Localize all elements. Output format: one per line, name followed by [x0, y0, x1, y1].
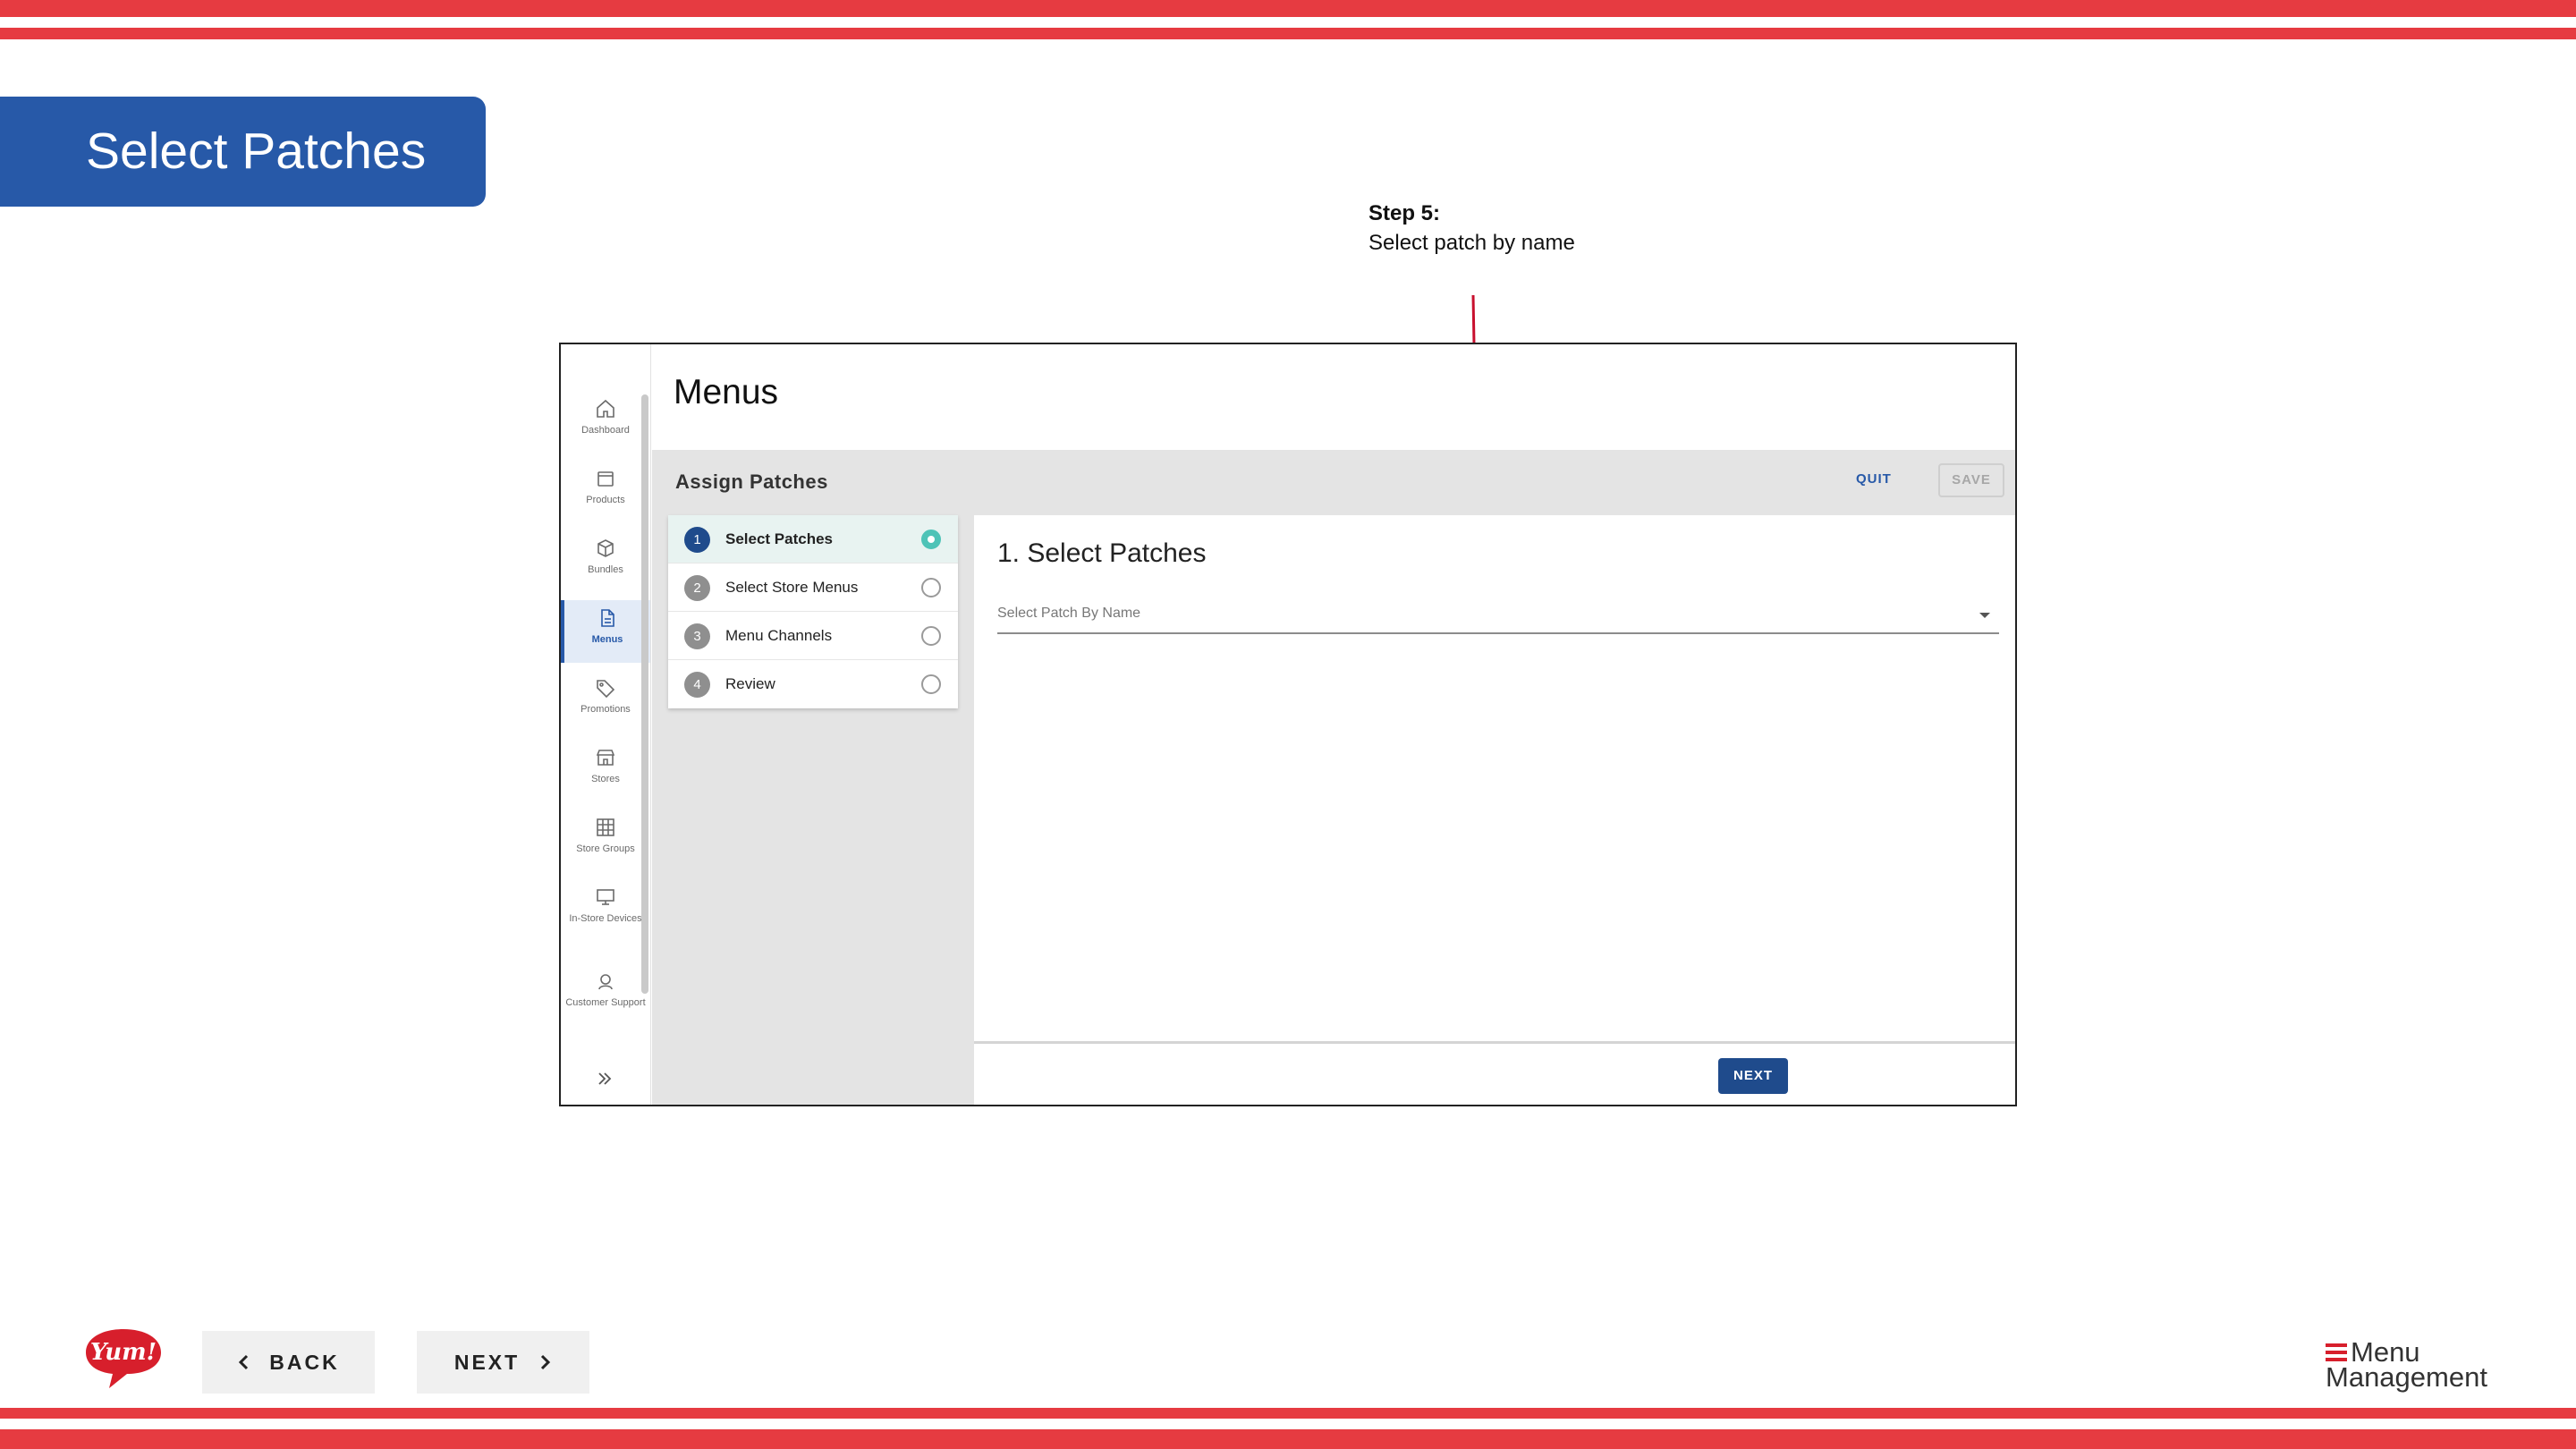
quit-button[interactable]: QUIT	[1856, 471, 1892, 487]
sidebar-item-label: Customer Support	[565, 997, 646, 1008]
select-placeholder: Select Patch By Name	[997, 606, 1141, 621]
menu-bars-icon	[2326, 1343, 2347, 1361]
step-label: Review	[725, 675, 775, 692]
sidebar-item-store-groups[interactable]: Store Groups	[561, 817, 650, 856]
grid-icon	[597, 818, 614, 836]
sidebar-scrollbar[interactable]	[641, 394, 648, 994]
step-number: 4	[684, 672, 710, 698]
chevron-right-icon	[541, 1354, 551, 1370]
page-title: Menus	[674, 373, 779, 411]
sidebar-item-label: Products	[586, 495, 625, 505]
sidebar-item-dashboard[interactable]: Dashboard	[561, 398, 650, 437]
next-button-label: NEXT	[453, 1350, 521, 1374]
sidebar-item-label: Bundles	[588, 564, 623, 575]
step-radio[interactable]	[921, 626, 941, 646]
slide-title: Select Patches	[0, 97, 486, 207]
box-icon	[597, 471, 614, 487]
next-slide-button[interactable]: NEXT	[417, 1331, 589, 1394]
stepper-item-menu-channels[interactable]: 3 Menu Channels	[668, 612, 958, 660]
stepper-item-select-patches[interactable]: 1 Select Patches	[668, 515, 958, 564]
panel-title: 1. Select Patches	[997, 538, 1207, 568]
select-patches-panel: 1. Select Patches Select Patch By Name	[974, 515, 2015, 1044]
yum-logo-text: Yum!	[90, 1339, 157, 1366]
sidebar-item-bundles[interactable]: Bundles	[561, 538, 650, 577]
panel-footer: NEXT	[974, 1044, 2015, 1105]
step-radio[interactable]	[921, 530, 941, 549]
sidebar-item-label: Stores	[591, 774, 620, 784]
stepper-item-review[interactable]: 4 Review	[668, 660, 958, 708]
home-icon	[597, 399, 614, 418]
bottom-stripe-2	[0, 1429, 2576, 1449]
chevron-left-icon	[239, 1354, 249, 1370]
assign-patches-title: Assign Patches	[675, 470, 828, 493]
sidebar-item-menus[interactable]: Menus	[561, 600, 650, 663]
sidebar-item-label: In-Store Devices	[569, 913, 642, 924]
sidebar-item-customer-support[interactable]: Customer Support	[561, 970, 650, 1010]
step-label: Menu Channels	[725, 627, 833, 644]
sidebar-item-label: Dashboard	[581, 425, 630, 436]
step-radio[interactable]	[921, 674, 941, 694]
sidebar: Dashboard Products Bundles Menus Promoti…	[561, 344, 651, 1105]
top-stripe-1	[0, 0, 2576, 17]
step-note: Step 5: Select patch by name	[1368, 199, 1575, 258]
step-label: Select Patches	[725, 530, 834, 547]
step-number: 1	[684, 527, 710, 553]
document-icon	[601, 609, 614, 627]
next-button[interactable]: NEXT	[1718, 1058, 1788, 1094]
sidebar-item-label: Store Groups	[576, 843, 635, 854]
tag-icon	[597, 680, 615, 699]
stepper-item-select-store-menus[interactable]: 2 Select Store Menus	[668, 564, 958, 612]
stepper: 1 Select Patches 2 Select Store Menus 3 …	[668, 515, 958, 708]
yum-logo: Yum!	[86, 1329, 161, 1388]
save-button[interactable]: SAVE	[1938, 463, 2004, 497]
cube-icon	[597, 539, 614, 557]
headset-icon	[598, 974, 613, 990]
back-button-label: BACK	[269, 1350, 340, 1374]
step-note-text: Select patch by name	[1368, 231, 1575, 255]
step-radio[interactable]	[921, 578, 941, 597]
sidebar-item-in-store-devices[interactable]: In-Store Devices	[561, 886, 650, 926]
storefront-icon	[596, 750, 615, 766]
sidebar-item-promotions[interactable]: Promotions	[561, 677, 650, 716]
sidebar-item-products[interactable]: Products	[561, 468, 650, 507]
top-stripe-2	[0, 28, 2576, 39]
step-number: 3	[684, 623, 710, 649]
patch-name-select[interactable]: Select Patch By Name	[997, 606, 1999, 634]
sidebar-item-stores[interactable]: Stores	[561, 747, 650, 786]
logo-text-line2: Management	[2326, 1361, 2487, 1393]
step-note-heading: Step 5:	[1368, 201, 1441, 225]
sidebar-item-label: Promotions	[580, 704, 631, 715]
sidebar-item-label: Menus	[591, 634, 623, 645]
step-number: 2	[684, 575, 710, 601]
chevron-double-right-icon[interactable]	[595, 1069, 614, 1089]
caret-down-icon	[1979, 613, 1990, 618]
bottom-stripe-1	[0, 1408, 2576, 1419]
back-button[interactable]: BACK	[202, 1331, 375, 1394]
step-label: Select Store Menus	[725, 579, 859, 596]
monitor-icon	[597, 889, 614, 905]
app-window: Dashboard Products Bundles Menus Promoti…	[559, 343, 2017, 1106]
